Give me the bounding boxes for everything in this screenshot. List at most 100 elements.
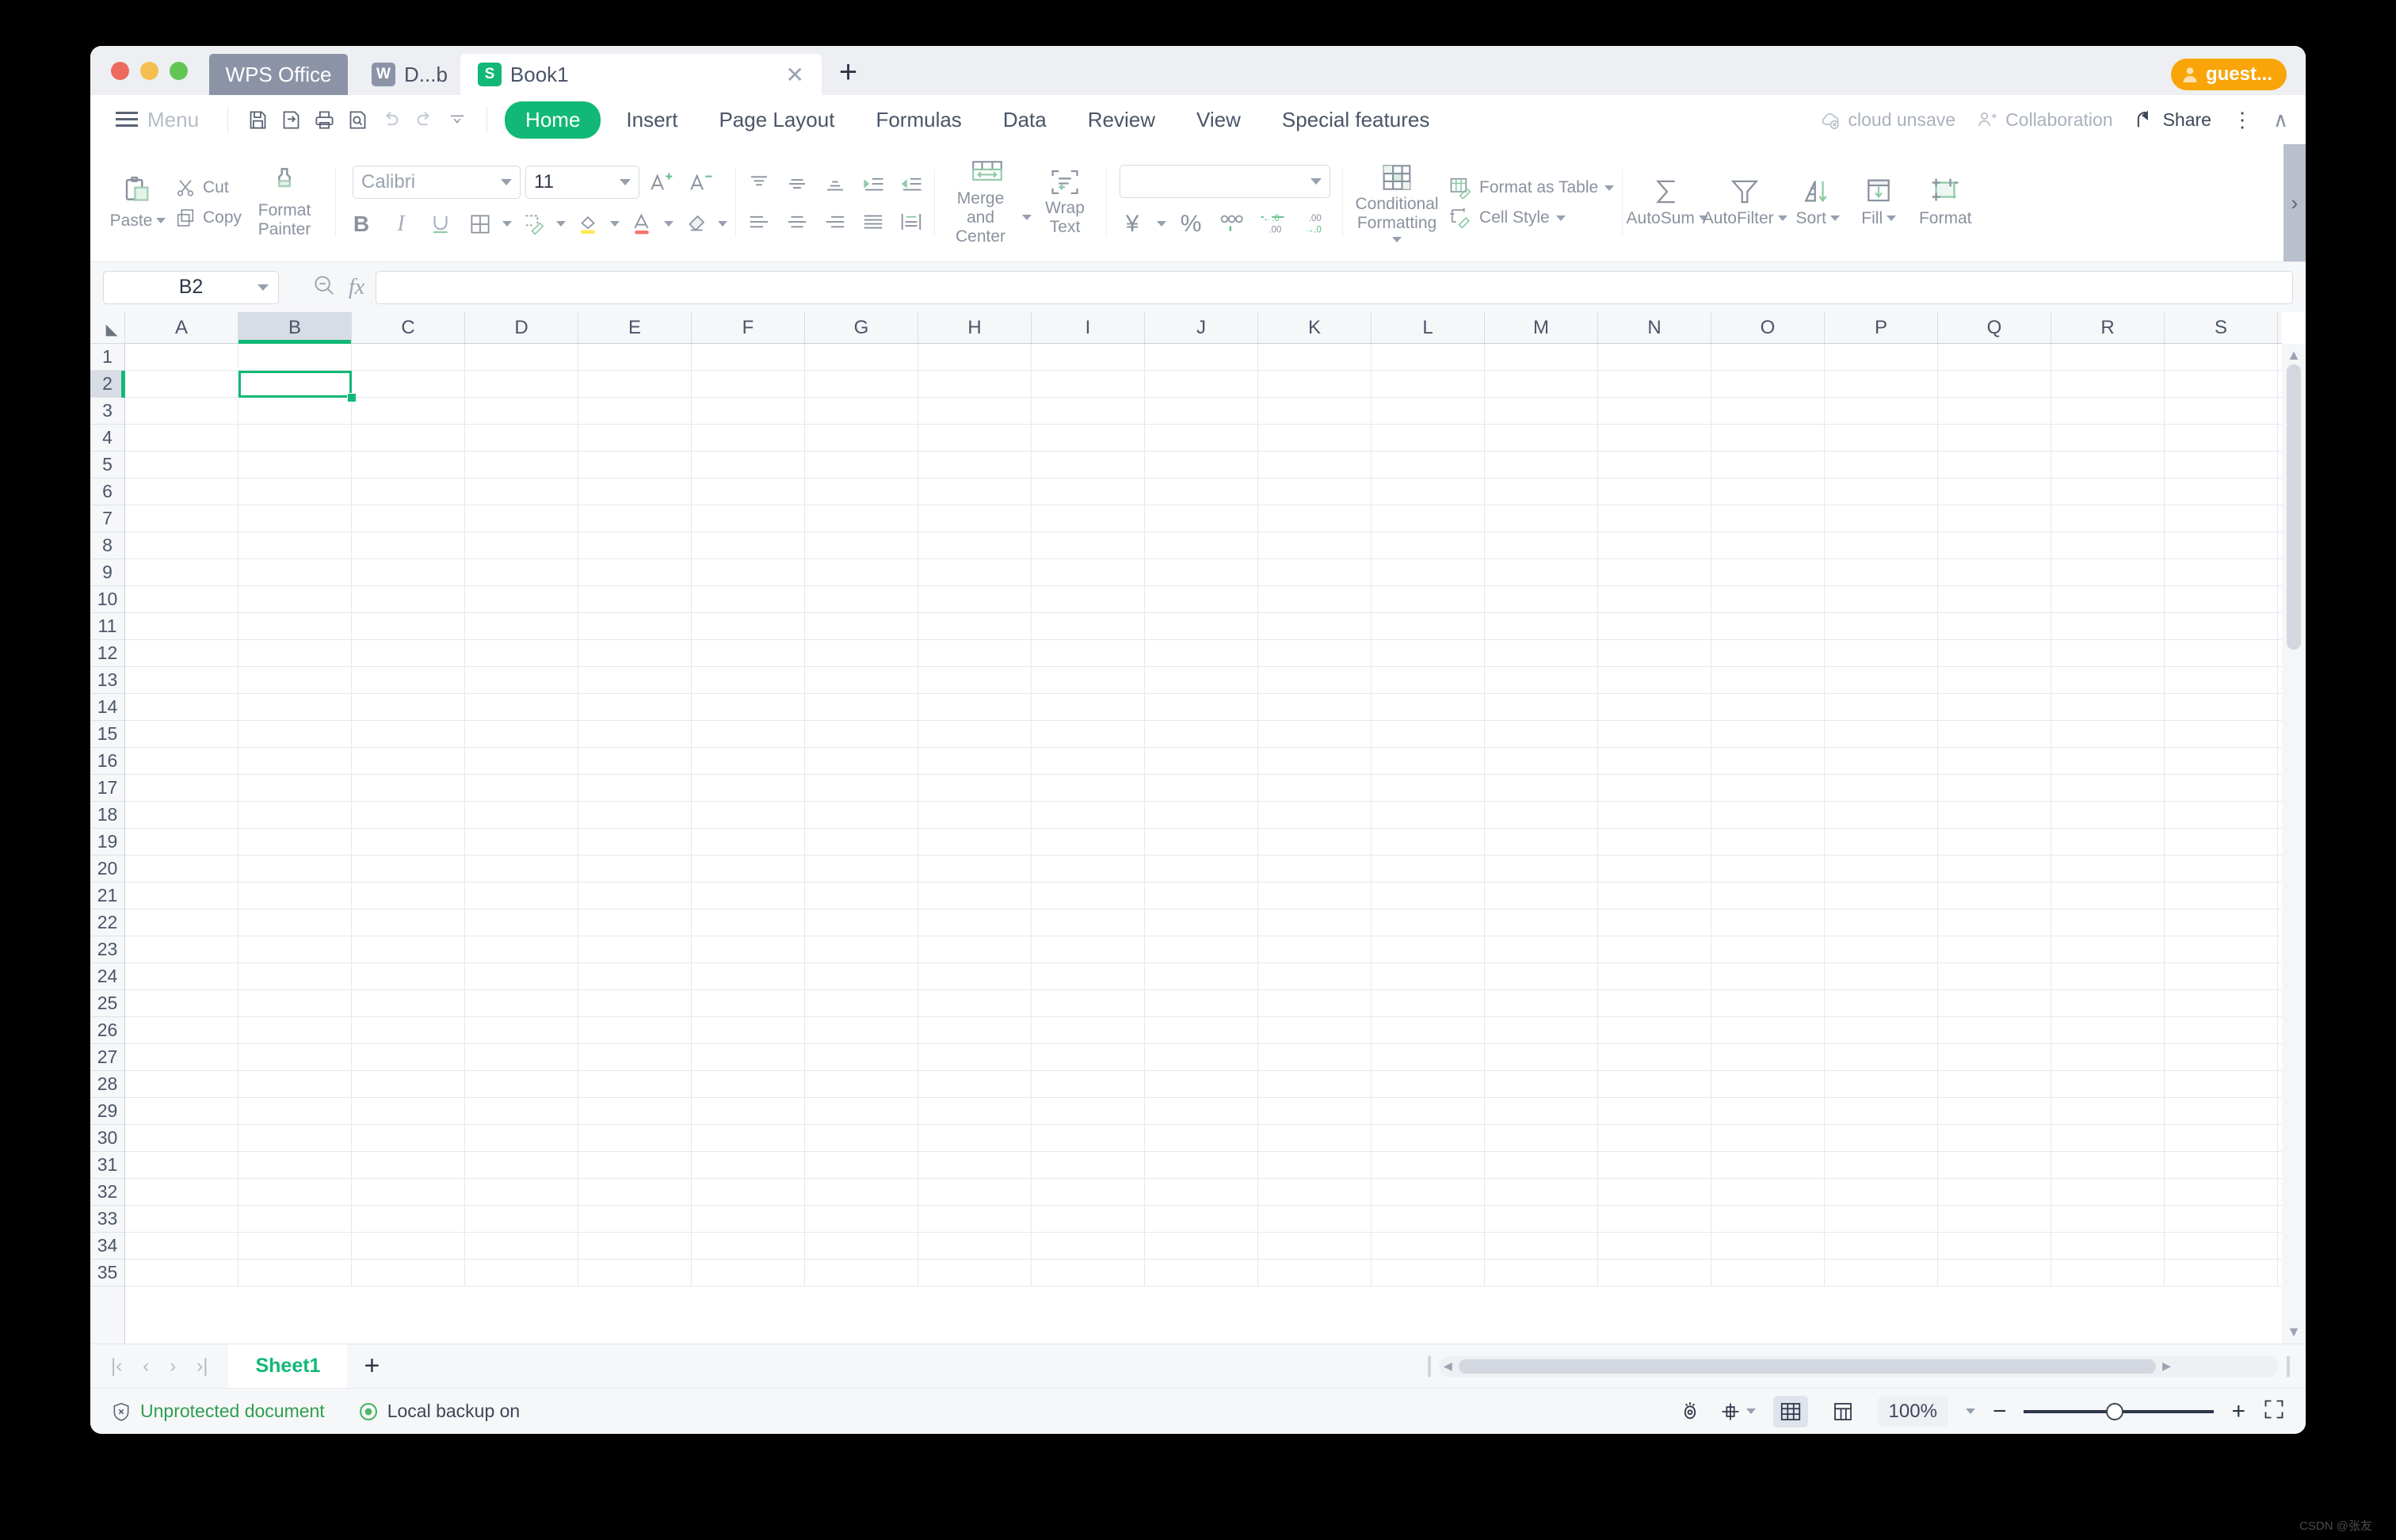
cell-B1[interactable] (238, 344, 352, 371)
cell-A27[interactable] (125, 1044, 238, 1071)
cell-B4[interactable] (238, 425, 352, 452)
cell-P15[interactable] (1825, 721, 1938, 748)
cell-M15[interactable] (1485, 721, 1598, 748)
cell-M33[interactable] (1485, 1206, 1598, 1233)
cell-R32[interactable] (2051, 1179, 2165, 1206)
cell-G12[interactable] (805, 640, 918, 667)
zoom-out-button[interactable]: − (1993, 1398, 2007, 1425)
cell-K7[interactable] (1258, 505, 1372, 532)
cell-C25[interactable] (352, 990, 465, 1017)
cell-N21[interactable] (1598, 882, 1711, 909)
cell-I9[interactable] (1032, 559, 1145, 586)
cell-E14[interactable] (578, 694, 692, 721)
cell-O29[interactable] (1711, 1098, 1825, 1125)
normal-view-button[interactable] (1772, 1395, 1808, 1428)
cell-P17[interactable] (1825, 775, 1938, 802)
cell-E13[interactable] (578, 667, 692, 694)
cell-J26[interactable] (1145, 1017, 1258, 1044)
cell-J3[interactable] (1145, 398, 1258, 425)
cell-D8[interactable] (465, 532, 578, 559)
cell-M3[interactable] (1485, 398, 1598, 425)
cell-C17[interactable] (352, 775, 465, 802)
cell-P20[interactable] (1825, 856, 1938, 882)
cell-C26[interactable] (352, 1017, 465, 1044)
cell-A11[interactable] (125, 613, 238, 640)
cell-R28[interactable] (2051, 1071, 2165, 1098)
cell-I16[interactable] (1032, 748, 1145, 775)
chevron-down-icon[interactable] (1157, 221, 1167, 227)
cell-J21[interactable] (1145, 882, 1258, 909)
merge-and-center-button[interactable]: Merge and Center (943, 159, 1032, 246)
cell-L3[interactable] (1372, 398, 1485, 425)
column-header-I[interactable]: I (1032, 312, 1145, 343)
cell-Q13[interactable] (1938, 667, 2051, 694)
cell-E8[interactable] (578, 532, 692, 559)
zoom-out-icon[interactable] (312, 273, 336, 301)
cell-D15[interactable] (465, 721, 578, 748)
cell-K5[interactable] (1258, 452, 1372, 478)
cell-C7[interactable] (352, 505, 465, 532)
cell-I29[interactable] (1032, 1098, 1145, 1125)
cell-B14[interactable] (238, 694, 352, 721)
cell-A28[interactable] (125, 1071, 238, 1098)
scroll-left-icon[interactable]: ◀ (1444, 1359, 1452, 1373)
row-header-20[interactable]: 20 (90, 856, 124, 882)
cell-L18[interactable] (1372, 802, 1485, 829)
column-header-E[interactable]: E (578, 312, 692, 343)
cell-A14[interactable] (125, 694, 238, 721)
cell-A26[interactable] (125, 1017, 238, 1044)
horizontal-scroll-thumb[interactable] (1458, 1359, 2157, 1374)
autofilter-button[interactable]: AutoFilter (1703, 177, 1787, 228)
cell-N35[interactable] (1598, 1260, 1711, 1287)
cell-J16[interactable] (1145, 748, 1258, 775)
cell-A15[interactable] (125, 721, 238, 748)
chevron-down-icon[interactable] (1022, 215, 1032, 221)
cell-R8[interactable] (2051, 532, 2165, 559)
cell-E34[interactable] (578, 1233, 692, 1260)
cell-R20[interactable] (2051, 856, 2165, 882)
cell-P26[interactable] (1825, 1017, 1938, 1044)
underline-button[interactable] (423, 207, 458, 242)
cell-A35[interactable] (125, 1260, 238, 1287)
italic-button[interactable]: I (383, 207, 418, 242)
cell-Q14[interactable] (1938, 694, 2051, 721)
cell-H17[interactable] (918, 775, 1032, 802)
cell-N2[interactable] (1598, 371, 1711, 398)
cell-I8[interactable] (1032, 532, 1145, 559)
cell-F7[interactable] (692, 505, 805, 532)
cell-R2[interactable] (2051, 371, 2165, 398)
cell-M4[interactable] (1485, 425, 1598, 452)
cell-J30[interactable] (1145, 1125, 1258, 1152)
cell-K17[interactable] (1258, 775, 1372, 802)
cell-H23[interactable] (918, 936, 1032, 963)
cell-L9[interactable] (1372, 559, 1485, 586)
cell-S35[interactable] (2165, 1260, 2278, 1287)
cell-Q32[interactable] (1938, 1179, 2051, 1206)
cell-O14[interactable] (1711, 694, 1825, 721)
cell-L23[interactable] (1372, 936, 1485, 963)
cell-I23[interactable] (1032, 936, 1145, 963)
cell-D4[interactable] (465, 425, 578, 452)
copy-button[interactable]: Copy (174, 207, 242, 229)
conditional-formatting-button[interactable]: Conditional Formatting (1351, 163, 1443, 243)
cell-J4[interactable] (1145, 425, 1258, 452)
cell-M30[interactable] (1485, 1125, 1598, 1152)
cell-L12[interactable] (1372, 640, 1485, 667)
cell-E25[interactable] (578, 990, 692, 1017)
cell-D1[interactable] (465, 344, 578, 371)
cell-F20[interactable] (692, 856, 805, 882)
cell-A34[interactable] (125, 1233, 238, 1260)
cell-M21[interactable] (1485, 882, 1598, 909)
cell-F27[interactable] (692, 1044, 805, 1071)
cell-I30[interactable] (1032, 1125, 1145, 1152)
cell-J28[interactable] (1145, 1071, 1258, 1098)
cell-N1[interactable] (1598, 344, 1711, 371)
cell-G15[interactable] (805, 721, 918, 748)
chevron-down-icon[interactable] (620, 178, 631, 185)
cell-A18[interactable] (125, 802, 238, 829)
cell-L15[interactable] (1372, 721, 1485, 748)
cell-B30[interactable] (238, 1125, 352, 1152)
cell-B8[interactable] (238, 532, 352, 559)
cell-L24[interactable] (1372, 963, 1485, 990)
cell-O27[interactable] (1711, 1044, 1825, 1071)
